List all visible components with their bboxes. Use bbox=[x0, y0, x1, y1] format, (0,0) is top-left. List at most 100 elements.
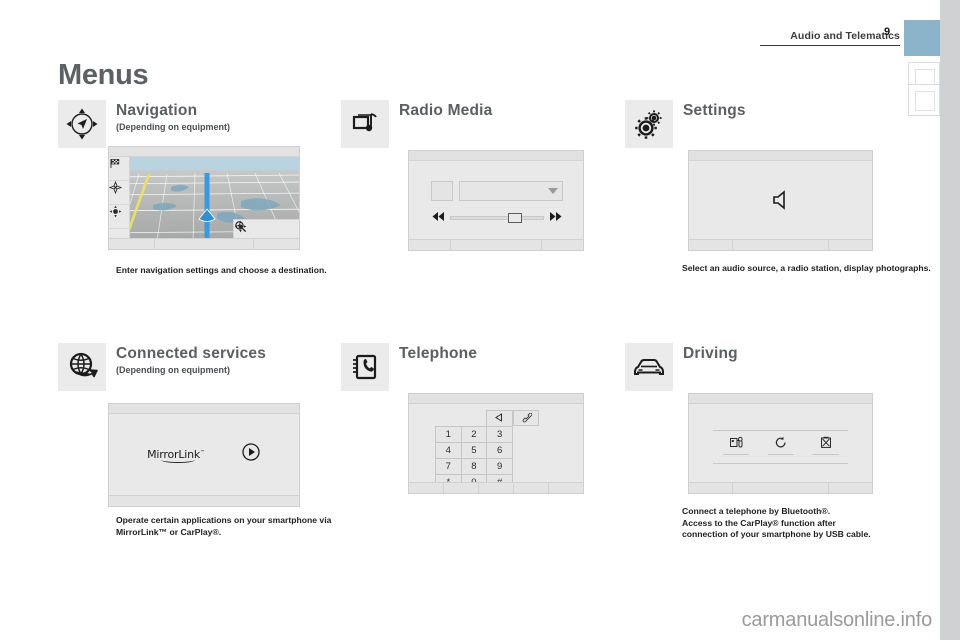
screen-bottom-bar bbox=[109, 495, 299, 506]
screen-bottom-cell[interactable] bbox=[549, 483, 583, 493]
key-hash[interactable]: # bbox=[486, 474, 513, 482]
progress-slider[interactable] bbox=[450, 213, 544, 223]
screen-bottom-cell[interactable] bbox=[829, 240, 872, 250]
rail-strip bbox=[940, 0, 960, 640]
media-source-row bbox=[431, 181, 563, 201]
caption-radio-media: Select an audio source, a radio station,… bbox=[682, 263, 931, 273]
cell-telephone-head: Telephone bbox=[399, 345, 609, 365]
screen-bottom-cell[interactable] bbox=[829, 483, 872, 493]
screen-bottom-cell[interactable] bbox=[733, 483, 829, 493]
cell-settings-head: Settings bbox=[683, 102, 893, 122]
screen-bottom-cell[interactable] bbox=[689, 240, 734, 250]
screen-bottom-cell[interactable] bbox=[109, 239, 155, 249]
key-star[interactable]: * bbox=[435, 474, 462, 482]
driving-screen bbox=[688, 393, 873, 494]
mirrorlink-swoosh bbox=[161, 457, 196, 463]
key-1[interactable]: 1 bbox=[435, 426, 462, 443]
screen-body: 1 2 3 4 5 6 7 8 9 * bbox=[409, 404, 583, 482]
screen-bottom-cell[interactable] bbox=[542, 240, 583, 250]
key-2[interactable]: 2 bbox=[460, 426, 488, 443]
media-source-box[interactable] bbox=[431, 181, 453, 201]
caption-telephone: Connect a telephone by Bluetooth®. Acces… bbox=[682, 506, 934, 541]
cell-connected-services-subtitle: (Depending on equipment) bbox=[116, 365, 230, 375]
screen-body: MirrorLink™ bbox=[109, 414, 299, 495]
screen-body bbox=[409, 161, 583, 239]
cell-radio-media-head: Radio Media bbox=[399, 102, 609, 122]
screen-bottom-cell[interactable] bbox=[444, 483, 479, 493]
key-4[interactable]: 4 bbox=[435, 442, 462, 459]
screen-bottom-cell[interactable] bbox=[689, 483, 734, 493]
next-track-icon[interactable] bbox=[549, 209, 563, 227]
screen-bottom-cell[interactable] bbox=[409, 483, 444, 493]
panel-divider-bottom bbox=[713, 463, 848, 464]
screen-bottom-cell[interactable] bbox=[109, 496, 299, 506]
key-9[interactable]: 9 bbox=[486, 458, 513, 475]
cell-connected-services-title: Connected services bbox=[116, 345, 267, 362]
keypad-row: 7 8 9 bbox=[435, 458, 513, 475]
key-8[interactable]: 8 bbox=[460, 458, 488, 475]
screen-bottom-cell[interactable] bbox=[479, 483, 514, 493]
gps-point-icon[interactable] bbox=[109, 205, 130, 229]
screen-bottom-bar bbox=[689, 482, 872, 493]
cell-navigation-subtitle: (Depending on equipment) bbox=[116, 122, 230, 132]
screen-bottom-cell[interactable] bbox=[409, 240, 451, 250]
mirrorlink-logo[interactable]: MirrorLink™ bbox=[147, 448, 205, 463]
screen-body bbox=[689, 161, 872, 239]
icon-underline bbox=[722, 454, 749, 455]
screen-bottom-cell[interactable] bbox=[254, 239, 299, 249]
cell-navigation-title: Navigation bbox=[116, 102, 198, 119]
caption-connected-services: Operate certain applications on your sma… bbox=[116, 515, 332, 537]
fuel-consumption-icon[interactable] bbox=[722, 436, 749, 455]
screen-bottom-cell[interactable] bbox=[451, 240, 543, 250]
radio-media-screen bbox=[408, 150, 584, 251]
play-circle-icon[interactable] bbox=[241, 442, 261, 467]
screen-topbar bbox=[409, 151, 583, 161]
cell-driving-head: Driving bbox=[683, 345, 893, 365]
chapter-tab-3[interactable] bbox=[908, 84, 940, 116]
cell-driving-title: Driving bbox=[683, 345, 738, 362]
keypad-blank bbox=[461, 411, 487, 427]
key-7[interactable]: 7 bbox=[435, 458, 462, 475]
settings-screen bbox=[688, 150, 873, 251]
section-title: Audio and Telematics bbox=[790, 30, 900, 42]
screen-topbar bbox=[409, 394, 583, 404]
key-5[interactable]: 5 bbox=[460, 442, 488, 459]
media-transport-row bbox=[431, 211, 563, 225]
site-watermark: carmanualsonline.info bbox=[741, 609, 933, 631]
caption-telephone-line-1: Connect a telephone by Bluetooth®. bbox=[682, 506, 831, 516]
screen-bottom-cell[interactable] bbox=[514, 483, 549, 493]
map-side-toolbar bbox=[109, 157, 130, 238]
cell-settings-title: Settings bbox=[683, 102, 746, 119]
screen-bottom-cell[interactable] bbox=[733, 240, 829, 250]
cell-connected-services-head: Connected services (Depending on equipme… bbox=[116, 345, 326, 375]
screen-bottom-cell[interactable] bbox=[155, 239, 255, 249]
screen-bottom-bar bbox=[689, 239, 872, 250]
mirrorlink-trademark: ™ bbox=[200, 449, 205, 456]
manual-page: Audio and Telematics 9 Menus Navigation … bbox=[0, 0, 960, 640]
key-3[interactable]: 3 bbox=[486, 426, 513, 443]
call-handset-icon[interactable] bbox=[513, 410, 539, 426]
compass-rose-icon[interactable] bbox=[109, 181, 130, 205]
screen-bottom-bar bbox=[109, 238, 299, 249]
reset-trip-icon[interactable] bbox=[767, 436, 794, 455]
alert-disabled-icon[interactable] bbox=[812, 436, 839, 455]
screen-topbar bbox=[109, 404, 299, 414]
backspace-icon[interactable] bbox=[486, 410, 513, 427]
speaker-volume-icon bbox=[689, 161, 872, 239]
page-title: Menus bbox=[58, 59, 149, 91]
panel-divider-top bbox=[713, 430, 848, 431]
previous-track-icon[interactable] bbox=[431, 209, 445, 227]
phone-book-icon bbox=[341, 343, 389, 391]
checkered-flag-icon[interactable] bbox=[109, 157, 130, 181]
trip-computer-panel bbox=[713, 418, 848, 472]
telephone-screen: 1 2 3 4 5 6 7 8 9 * bbox=[408, 393, 584, 494]
screen-topbar bbox=[109, 147, 299, 157]
keypad-row: 1 2 3 bbox=[435, 426, 513, 443]
station-select[interactable] bbox=[459, 181, 563, 201]
trip-icon-row bbox=[713, 436, 848, 455]
icon-underline bbox=[767, 454, 794, 455]
chapter-tab-active[interactable] bbox=[904, 20, 940, 56]
key-6[interactable]: 6 bbox=[486, 442, 513, 459]
key-0[interactable]: 0 bbox=[460, 474, 488, 482]
slider-thumb[interactable] bbox=[508, 213, 523, 223]
